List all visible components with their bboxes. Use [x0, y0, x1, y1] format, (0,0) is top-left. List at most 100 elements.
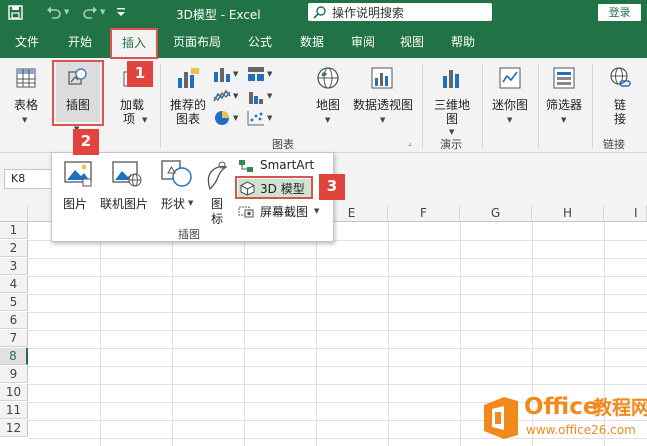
addins-label-2: 项: [122, 112, 135, 126]
addins-dropdown-icon: ▼: [142, 116, 148, 124]
tab-view[interactable]: 视图: [392, 26, 432, 58]
name-box[interactable]: K8: [4, 169, 52, 189]
shapes-dropdown-icon: ▼: [188, 199, 194, 207]
redo-icon[interactable]: [82, 5, 98, 22]
callout-badge-2: 2: [73, 129, 99, 155]
filters-button[interactable]: 筛选器 ▼: [542, 60, 586, 132]
highlight-insert-tab: [110, 28, 158, 59]
recommended-charts-label-1: 推荐的: [169, 98, 206, 112]
smartart-icon: [239, 160, 253, 172]
pivotchart-icon: [371, 67, 393, 89]
illustrations-group-label: 插图: [178, 228, 200, 241]
online-pictures-button[interactable]: 联机图片: [100, 159, 156, 211]
link-button[interactable]: 链 接: [598, 60, 642, 132]
callout-badge-3: 3: [319, 174, 345, 200]
3d-map-dropdown-icon: ▼: [449, 128, 455, 136]
3d-map-button[interactable]: 三维地 图 ▼: [428, 60, 476, 136]
links-group-label: 链接: [603, 138, 625, 151]
icons-label-2: 标: [211, 212, 224, 226]
office-logo-icon: [484, 397, 518, 439]
map-chart-label: 地图: [315, 98, 340, 112]
row-header[interactable]: 11: [0, 402, 28, 419]
shapes-button[interactable]: 形状 ▼: [158, 157, 196, 211]
table-dropdown-icon: ▼: [22, 116, 28, 124]
highlight-illustrations: [52, 60, 104, 126]
column-header[interactable]: H: [532, 205, 604, 222]
shapes-icon: [161, 160, 192, 187]
link-label-2: 接: [613, 112, 626, 126]
screenshot-button[interactable]: 屏幕截图 ▼: [238, 202, 330, 220]
tab-review[interactable]: 审阅: [343, 26, 383, 58]
customize-toolbar-icon[interactable]: [116, 6, 126, 21]
map-dropdown-icon: ▼: [325, 116, 331, 124]
screenshot-icon: [238, 206, 254, 218]
sparkline-icon: [499, 67, 521, 89]
redo-dropdown-icon[interactable]: ▼: [100, 8, 105, 16]
dialog-launcher-icon[interactable]: ⌟: [408, 138, 412, 147]
row-header-selected[interactable]: 8: [0, 348, 28, 365]
pie-chart-icon[interactable]: [213, 110, 231, 126]
picture-icon: [64, 161, 92, 187]
table-label: 表格: [13, 98, 38, 112]
callout-badge-1: 1: [127, 61, 153, 87]
title-bar: ▼ ▼ 3D模型 - Excel 操作说明搜索 登录: [0, 0, 647, 26]
search-box[interactable]: 操作说明搜索: [308, 3, 492, 21]
row-header[interactable]: 9: [0, 366, 28, 383]
recommended-charts-button[interactable]: 推荐的 图表: [166, 60, 210, 132]
pivotchart-button[interactable]: 数据透视图 ▼: [350, 60, 416, 132]
save-icon[interactable]: [8, 5, 23, 23]
column-chart-icon[interactable]: [213, 66, 231, 82]
window-title: 3D模型 - Excel: [176, 8, 261, 22]
undo-dropdown-icon[interactable]: ▼: [64, 8, 69, 16]
recommended-charts-label-2: 图表: [175, 112, 200, 126]
column-header[interactable]: I: [604, 205, 647, 222]
filters-label: 筛选器: [545, 98, 582, 112]
sparklines-button[interactable]: 迷你图 ▼: [488, 60, 532, 132]
scatter-chart-icon[interactable]: [247, 110, 265, 126]
recommended-charts-icon: [178, 68, 199, 88]
lightbulb-search-icon: [313, 6, 326, 19]
row-header[interactable]: 1: [0, 222, 28, 239]
login-button[interactable]: 登录: [598, 4, 641, 21]
globe-icon: [317, 67, 339, 89]
column-header[interactable]: F: [388, 205, 460, 222]
statistic-chart-icon[interactable]: [247, 88, 265, 104]
smartart-button[interactable]: SmartArt: [238, 157, 330, 175]
column-header[interactable]: G: [460, 205, 532, 222]
tab-help[interactable]: 帮助: [443, 26, 483, 58]
select-all-corner[interactable]: [0, 205, 28, 222]
link-globe-icon: [610, 67, 631, 87]
tab-home[interactable]: 开始: [60, 26, 100, 58]
search-placeholder: 操作说明搜索: [332, 6, 405, 20]
icons-button[interactable]: 图 标: [200, 157, 234, 239]
line-chart-icon[interactable]: [213, 88, 231, 104]
addins-label-1: 加载: [119, 98, 144, 112]
row-header[interactable]: 7: [0, 330, 28, 347]
charts-group-label: 图表: [272, 138, 294, 151]
tab-data[interactable]: 数据: [292, 26, 332, 58]
online-picture-icon: [112, 161, 142, 187]
3d-map-label-1: 三维地: [433, 98, 470, 112]
row-header[interactable]: 10: [0, 384, 28, 401]
watermark: Office 教程网 www.office26.com: [480, 389, 647, 446]
tab-file[interactable]: 文件: [8, 26, 46, 58]
table-button[interactable]: 表格 ▼: [4, 60, 48, 132]
tab-page-layout[interactable]: 页面布局: [166, 26, 228, 58]
row-header[interactable]: 4: [0, 276, 28, 293]
pictures-button[interactable]: 图片: [60, 159, 96, 211]
row-header[interactable]: 5: [0, 294, 28, 311]
row-header[interactable]: 2: [0, 240, 28, 257]
row-header[interactable]: 12: [0, 420, 28, 437]
pivotchart-label: 数据透视图: [352, 98, 413, 112]
3d-map-label-2: 图: [445, 112, 458, 126]
pictures-label: 图片: [63, 197, 88, 211]
undo-icon[interactable]: [46, 5, 62, 22]
hierarchy-chart-icon[interactable]: [247, 66, 265, 82]
row-header[interactable]: 6: [0, 312, 28, 329]
tab-formulas[interactable]: 公式: [240, 26, 280, 58]
link-label-1: 链: [613, 98, 626, 112]
map-chart-button[interactable]: 地图 ▼: [308, 60, 348, 132]
online-pictures-label: 联机图片: [100, 197, 149, 211]
row-header[interactable]: 3: [0, 258, 28, 275]
3d-map-icon: [443, 70, 459, 88]
